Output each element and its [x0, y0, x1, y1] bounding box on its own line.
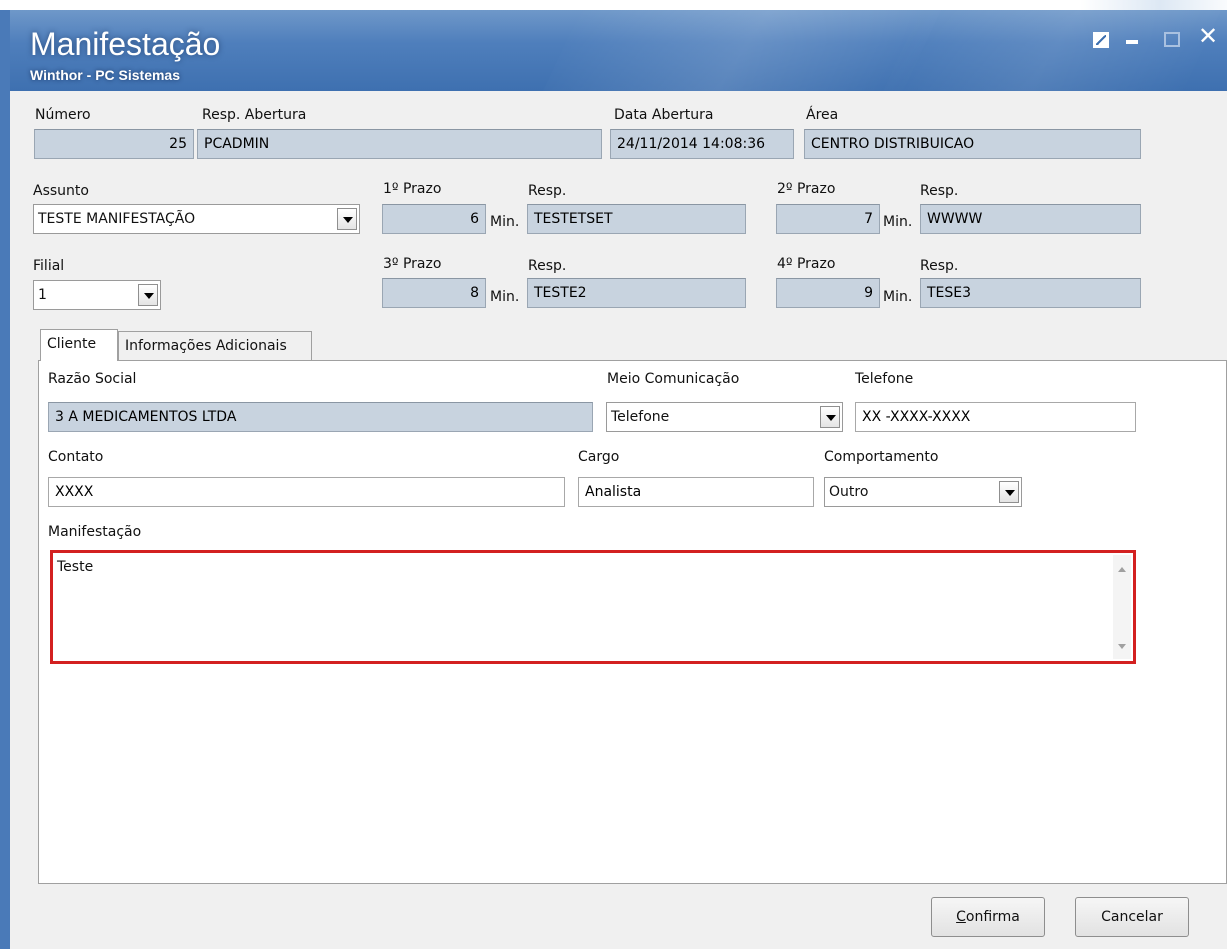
cargo-input[interactable]: Analista — [578, 477, 814, 507]
scroll-down-icon[interactable] — [1118, 644, 1126, 649]
comportamento-select[interactable]: Outro — [824, 477, 1022, 507]
area-field: CENTRO DISTRIBUICAO — [804, 129, 1141, 159]
prazo1-unit: Min. — [490, 214, 520, 230]
chevron-down-icon[interactable] — [820, 406, 840, 428]
prazo2-label: 2º Prazo — [777, 181, 836, 197]
razao-social-label: Razão Social — [48, 371, 137, 387]
resp-abertura-field: PCADMIN — [197, 129, 602, 159]
prazo4-label: 4º Prazo — [777, 256, 836, 272]
minimize-icon[interactable] — [1126, 40, 1138, 44]
tab-informacoes-adicionais[interactable]: Informações Adicionais — [118, 331, 312, 361]
manifestacao-textarea[interactable]: Teste — [50, 550, 1136, 664]
prazo3-unit: Min. — [490, 289, 520, 305]
manifestacao-label: Manifestação — [48, 524, 142, 540]
razao-social-field: 3 A MEDICAMENTOS LTDA — [48, 402, 593, 432]
comportamento-value: Outro — [829, 484, 869, 500]
meio-comunicacao-label: Meio Comunicação — [607, 371, 740, 387]
contato-label: Contato — [48, 449, 104, 465]
manifestacao-text: Teste — [57, 559, 94, 575]
chevron-down-icon[interactable] — [138, 284, 158, 306]
resp-abertura-label: Resp. Abertura — [202, 107, 307, 123]
prazo1-field: 6 — [382, 204, 486, 234]
prazo4-unit: Min. — [883, 289, 913, 305]
numero-label: Número — [35, 107, 91, 123]
dock-icon[interactable] — [1093, 32, 1109, 48]
prazo2-unit: Min. — [883, 214, 913, 230]
prazo4-field: 9 — [776, 278, 880, 308]
maximize-icon[interactable] — [1164, 32, 1180, 47]
title-bar[interactable]: Manifestação Winthor - PC Sistemas ✕ — [0, 10, 1227, 91]
manifestacao-scrollbar[interactable] — [1113, 555, 1131, 659]
chevron-down-icon[interactable] — [999, 481, 1019, 503]
assunto-label: Assunto — [33, 183, 89, 199]
filial-value: 1 — [38, 287, 47, 303]
filial-label: Filial — [33, 258, 65, 274]
contato-input[interactable]: XXXX — [48, 477, 565, 507]
tab-cliente[interactable]: Cliente — [40, 329, 118, 361]
prazo1-label: 1º Prazo — [383, 181, 442, 197]
data-abertura-label: Data Abertura — [614, 107, 714, 123]
telefone-label: Telefone — [855, 371, 914, 387]
window-left-border — [0, 10, 10, 949]
telefone-input[interactable]: XX -XXXX-XXXX — [855, 402, 1136, 432]
prazo4-resp-field: TESE3 — [920, 278, 1141, 308]
comportamento-label: Comportamento — [824, 449, 939, 465]
prazo2-resp-field: WWWW — [920, 204, 1141, 234]
numero-field: 25 — [34, 129, 194, 159]
area-label: Área — [806, 107, 839, 123]
scroll-up-icon[interactable] — [1118, 567, 1126, 572]
close-icon[interactable]: ✕ — [1198, 24, 1218, 48]
confirma-button[interactable]: Confirma — [931, 897, 1045, 937]
prazo4-resp-label: Resp. — [920, 258, 959, 274]
assunto-select[interactable]: TESTE MANIFESTAÇÃO — [33, 204, 360, 234]
prazo1-resp-label: Resp. — [528, 183, 567, 199]
filial-select[interactable]: 1 — [33, 280, 161, 310]
meio-comunicacao-select[interactable]: Telefone — [606, 402, 843, 432]
cargo-label: Cargo — [578, 449, 620, 465]
window-title: Manifestação — [30, 26, 221, 62]
chevron-down-icon[interactable] — [337, 208, 357, 230]
prazo2-resp-label: Resp. — [920, 183, 959, 199]
confirma-label: onfirma — [965, 909, 1020, 925]
prazo2-field: 7 — [776, 204, 880, 234]
cancelar-button[interactable]: Cancelar — [1075, 897, 1189, 937]
window-subtitle: Winthor - PC Sistemas — [30, 67, 181, 83]
prazo3-field: 8 — [382, 278, 486, 308]
prazo3-label: 3º Prazo — [383, 256, 442, 272]
prazo1-resp-field: TESTETSET — [527, 204, 746, 234]
manifestacao-window: Manifestação Winthor - PC Sistemas ✕ Núm… — [0, 0, 1227, 949]
prazo3-resp-field: TESTE2 — [527, 278, 746, 308]
meio-comunicacao-value: Telefone — [611, 409, 670, 425]
assunto-value: TESTE MANIFESTAÇÃO — [38, 211, 196, 227]
prazo3-resp-label: Resp. — [528, 258, 567, 274]
data-abertura-field: 24/11/2014 14:08:36 — [610, 129, 794, 159]
confirma-accelerator: C — [956, 909, 966, 925]
